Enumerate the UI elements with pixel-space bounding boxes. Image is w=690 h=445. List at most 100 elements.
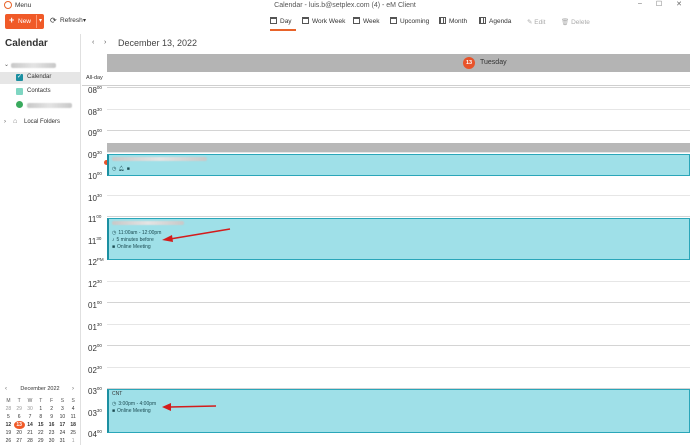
new-button[interactable]: + New ▾ — [5, 14, 44, 29]
account-name-redacted — [11, 63, 56, 68]
clock-icon: ◷ — [112, 166, 117, 172]
mini-calendar-day[interactable]: 15 — [35, 421, 46, 429]
minimize-icon[interactable]: – — [633, 0, 647, 7]
mini-calendar-day[interactable]: 18 — [68, 421, 79, 429]
grid-line — [107, 302, 690, 303]
chevron-right-icon[interactable]: › — [104, 39, 106, 46]
sidebar: Calendar ⌄ ✓ Calendar Contacts › ⌂ Local… — [0, 34, 81, 445]
mini-calendar-day[interactable]: 29 — [35, 437, 46, 445]
delete-button[interactable]: 🗑 Delete — [561, 18, 590, 26]
tab-upcoming[interactable]: Upcoming — [390, 14, 430, 31]
mini-calendar-day[interactable]: 17 — [57, 421, 68, 429]
tab-month[interactable]: Month — [439, 14, 469, 31]
chevron-left-icon[interactable]: ‹ — [92, 39, 94, 46]
event-time: 3:00pm - 4:00pm — [118, 401, 157, 407]
chevron-right-icon[interactable]: › — [72, 386, 74, 392]
mini-calendar-day[interactable]: 27 — [14, 437, 25, 445]
mini-calendar-day[interactable]: 31 — [57, 437, 68, 445]
sidebar-item-calendar[interactable]: ✓ Calendar — [0, 72, 80, 84]
tab-work-week-label: Work Week — [312, 18, 346, 25]
video-icon: ■ — [112, 408, 116, 414]
mini-calendar-day[interactable]: 8 — [35, 413, 46, 421]
grid-line — [107, 345, 690, 346]
event-afternoon[interactable]: CNT ◷ 3:00pm - 4:00pm ■ Online Meeting — [107, 389, 690, 433]
chevron-down-icon[interactable]: ▾ — [39, 17, 42, 24]
time-label-hour: 12 — [88, 258, 97, 267]
calendar-month-icon — [439, 17, 446, 24]
mini-calendar-day[interactable]: 30 — [46, 437, 57, 445]
chevron-down-icon[interactable]: ⌄ — [4, 61, 9, 68]
mini-calendar-day[interactable]: 1 — [68, 437, 79, 445]
mini-calendar-day[interactable]: 4 — [68, 405, 79, 413]
tab-week-label: Week — [363, 18, 380, 25]
tab-month-label: Month — [449, 18, 468, 25]
chevron-right-icon[interactable]: › — [4, 119, 6, 125]
maximize-icon[interactable]: ☐ — [652, 0, 666, 8]
time-label-hour: 02 — [88, 365, 97, 375]
mini-calendar-day[interactable]: 10 — [57, 413, 68, 421]
mini-calendar-day[interactable]: 26 — [3, 437, 14, 445]
time-label: 0830 — [88, 107, 102, 117]
tab-day[interactable]: Day — [270, 14, 296, 31]
time-label-minutes: 00 — [96, 386, 102, 391]
close-icon[interactable]: ✕ — [672, 0, 686, 8]
mini-calendar-day[interactable]: 24 — [57, 429, 68, 437]
mini-calendar-day[interactable]: 6 — [14, 413, 25, 421]
mini-calendar-day[interactable]: 22 — [35, 429, 46, 437]
mini-calendar-day[interactable]: 1 — [35, 405, 46, 413]
mini-calendar-day[interactable]: 12 — [3, 421, 14, 429]
weekday-label: M — [6, 398, 11, 404]
time-label: 0130 — [88, 322, 102, 332]
tab-agenda[interactable]: Agenda — [479, 14, 513, 31]
mini-calendar-day[interactable]: 25 — [68, 429, 79, 437]
event-late-morning[interactable]: ◷ 11:00am - 12:00pm ♪ 5 minutes before ■ On… — [107, 218, 690, 260]
tab-work-week[interactable]: Work Week — [302, 14, 346, 31]
time-label: 0400 — [88, 429, 102, 439]
mini-calendar-day[interactable]: 2 — [46, 405, 57, 413]
event-meeting-row: ■ Online Meeting — [112, 244, 151, 250]
edit-button[interactable]: ✎ Edit — [527, 18, 545, 26]
event-time-row: ◷ 3:00pm - 4:00pm — [112, 401, 156, 407]
mini-calendar-day[interactable]: 14 — [25, 421, 36, 429]
chevron-down-icon[interactable]: ▾ — [83, 17, 86, 24]
event-morning[interactable]: ◷ 🔔︎ ■ — [107, 154, 690, 176]
day-header[interactable]: 13 Tuesday — [107, 54, 690, 72]
mini-calendar-day[interactable]: 28 — [25, 437, 36, 445]
time-label: 0200 — [88, 343, 102, 353]
mini-calendar-day[interactable]: 3 — [57, 405, 68, 413]
mini-calendar-day[interactable]: 9 — [46, 413, 57, 421]
mini-calendar-day[interactable]: 20 — [14, 429, 25, 437]
time-label-hour: 04 — [88, 430, 97, 439]
event-title-redacted — [112, 221, 184, 225]
sidebar-item-redacted[interactable] — [0, 99, 80, 111]
sidebar-local-folders[interactable]: › ⌂ Local Folders — [0, 117, 80, 129]
tab-week[interactable]: Week — [353, 14, 381, 31]
mini-calendar-day[interactable]: 16 — [46, 421, 57, 429]
mini-calendar-day[interactable]: 30 — [25, 405, 36, 413]
time-label-minutes: 30 — [96, 407, 102, 413]
time-label-hour: 01 — [88, 322, 97, 332]
sidebar-account[interactable]: ⌄ — [0, 59, 80, 71]
all-day-label: All-day — [86, 75, 103, 81]
mini-calendar-day[interactable]: 21 — [25, 429, 36, 437]
mini-calendar-day[interactable]: 7 — [25, 413, 36, 421]
all-day-row[interactable]: All-day — [82, 72, 690, 86]
refresh-icon: ⟳ — [50, 16, 57, 25]
mini-calendar-day[interactable]: 23 — [46, 429, 57, 437]
time-label: 0330 — [88, 407, 102, 418]
sidebar-item-contacts[interactable]: Contacts — [0, 86, 80, 98]
tab-upcoming-label: Upcoming — [400, 18, 430, 25]
time-label: 0900 — [88, 128, 102, 138]
mini-calendar-day[interactable]: 19 — [3, 429, 14, 437]
time-label: 1030 — [88, 193, 102, 203]
mini-calendar-day[interactable]: 5 — [3, 413, 14, 421]
event-time-row: ◷ 11:00am - 12:00pm — [112, 230, 161, 236]
time-label-hour: 12 — [88, 279, 97, 289]
mini-calendar-day[interactable]: 11 — [68, 413, 79, 421]
mini-calendar-day[interactable]: 29 — [14, 405, 25, 413]
mini-calendar-day[interactable]: 28 — [3, 405, 14, 413]
event-meeting-row: ■ Online Meeting — [112, 408, 151, 414]
grid-line — [107, 108, 690, 110]
time-label-hour: 10 — [88, 172, 97, 181]
mini-calendar-day[interactable]: 13 — [13, 421, 25, 429]
